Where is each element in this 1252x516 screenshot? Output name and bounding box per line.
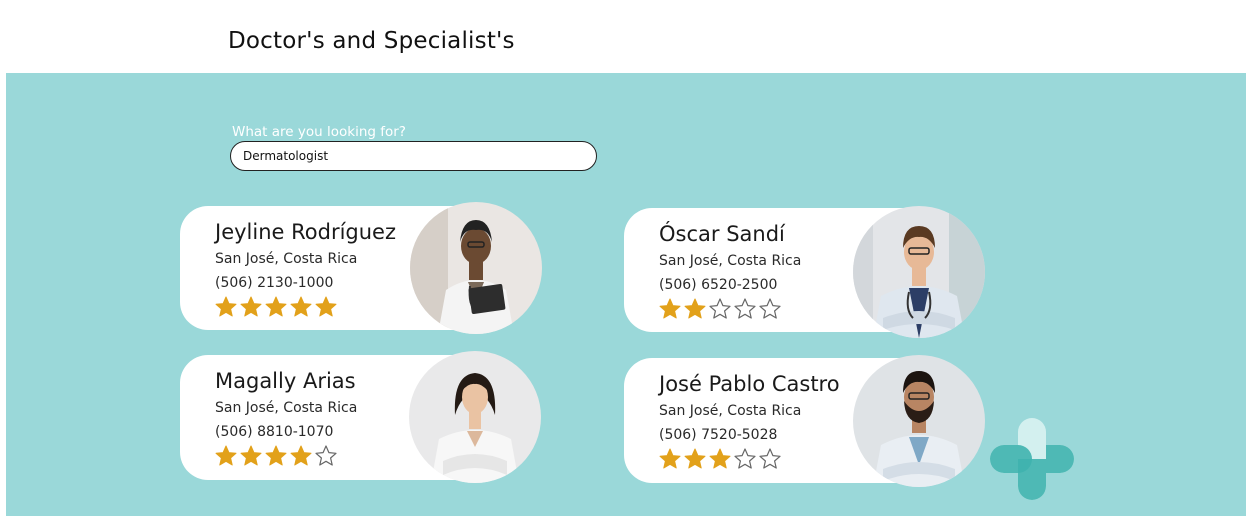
page-title: Doctor's and Specialist's bbox=[228, 28, 515, 54]
doctor-location: San José, Costa Rica bbox=[659, 253, 802, 269]
doctor-photo bbox=[409, 351, 541, 483]
doctor-location: San José, Costa Rica bbox=[215, 251, 358, 267]
doctor-photo bbox=[853, 355, 985, 487]
rating-stars bbox=[214, 444, 338, 468]
star-empty-icon bbox=[734, 298, 756, 319]
star-filled-icon bbox=[215, 296, 237, 317]
rating-stars bbox=[658, 447, 782, 471]
rating-stars bbox=[214, 295, 338, 319]
doctor-name: Jeyline Rodríguez bbox=[215, 220, 396, 244]
star-empty-icon bbox=[759, 448, 781, 469]
star-empty-icon bbox=[709, 298, 731, 319]
doctor-name: Óscar Sandí bbox=[659, 222, 785, 246]
star-filled-icon bbox=[265, 445, 287, 466]
rating-stars bbox=[658, 297, 782, 321]
doctor-phone: (506) 2130-1000 bbox=[215, 275, 334, 291]
search-label: What are you looking for? bbox=[232, 124, 406, 140]
star-filled-icon bbox=[684, 448, 706, 469]
star-filled-icon bbox=[290, 296, 312, 317]
star-filled-icon bbox=[290, 445, 312, 466]
doctor-name: Magally Arias bbox=[215, 369, 356, 393]
star-filled-icon bbox=[659, 448, 681, 469]
doctor-phone: (506) 8810-1070 bbox=[215, 424, 334, 440]
star-empty-icon bbox=[759, 298, 781, 319]
doctor-phone: (506) 6520-2500 bbox=[659, 277, 778, 293]
search-input[interactable] bbox=[230, 141, 597, 171]
star-filled-icon bbox=[709, 448, 731, 469]
star-filled-icon bbox=[684, 298, 706, 319]
doctor-location: San José, Costa Rica bbox=[215, 400, 358, 416]
doctor-location: San José, Costa Rica bbox=[659, 403, 802, 419]
star-filled-icon bbox=[215, 445, 237, 466]
star-filled-icon bbox=[240, 445, 262, 466]
doctor-name: José Pablo Castro bbox=[659, 372, 840, 396]
medical-plus-logo-icon bbox=[990, 418, 1074, 500]
star-filled-icon bbox=[240, 296, 262, 317]
star-empty-icon bbox=[734, 448, 756, 469]
doctor-phone: (506) 7520-5028 bbox=[659, 427, 778, 443]
doctor-photo bbox=[853, 206, 985, 338]
star-filled-icon bbox=[659, 298, 681, 319]
doctor-photo bbox=[410, 202, 542, 334]
star-empty-icon bbox=[315, 445, 337, 466]
star-filled-icon bbox=[315, 296, 337, 317]
star-filled-icon bbox=[265, 296, 287, 317]
